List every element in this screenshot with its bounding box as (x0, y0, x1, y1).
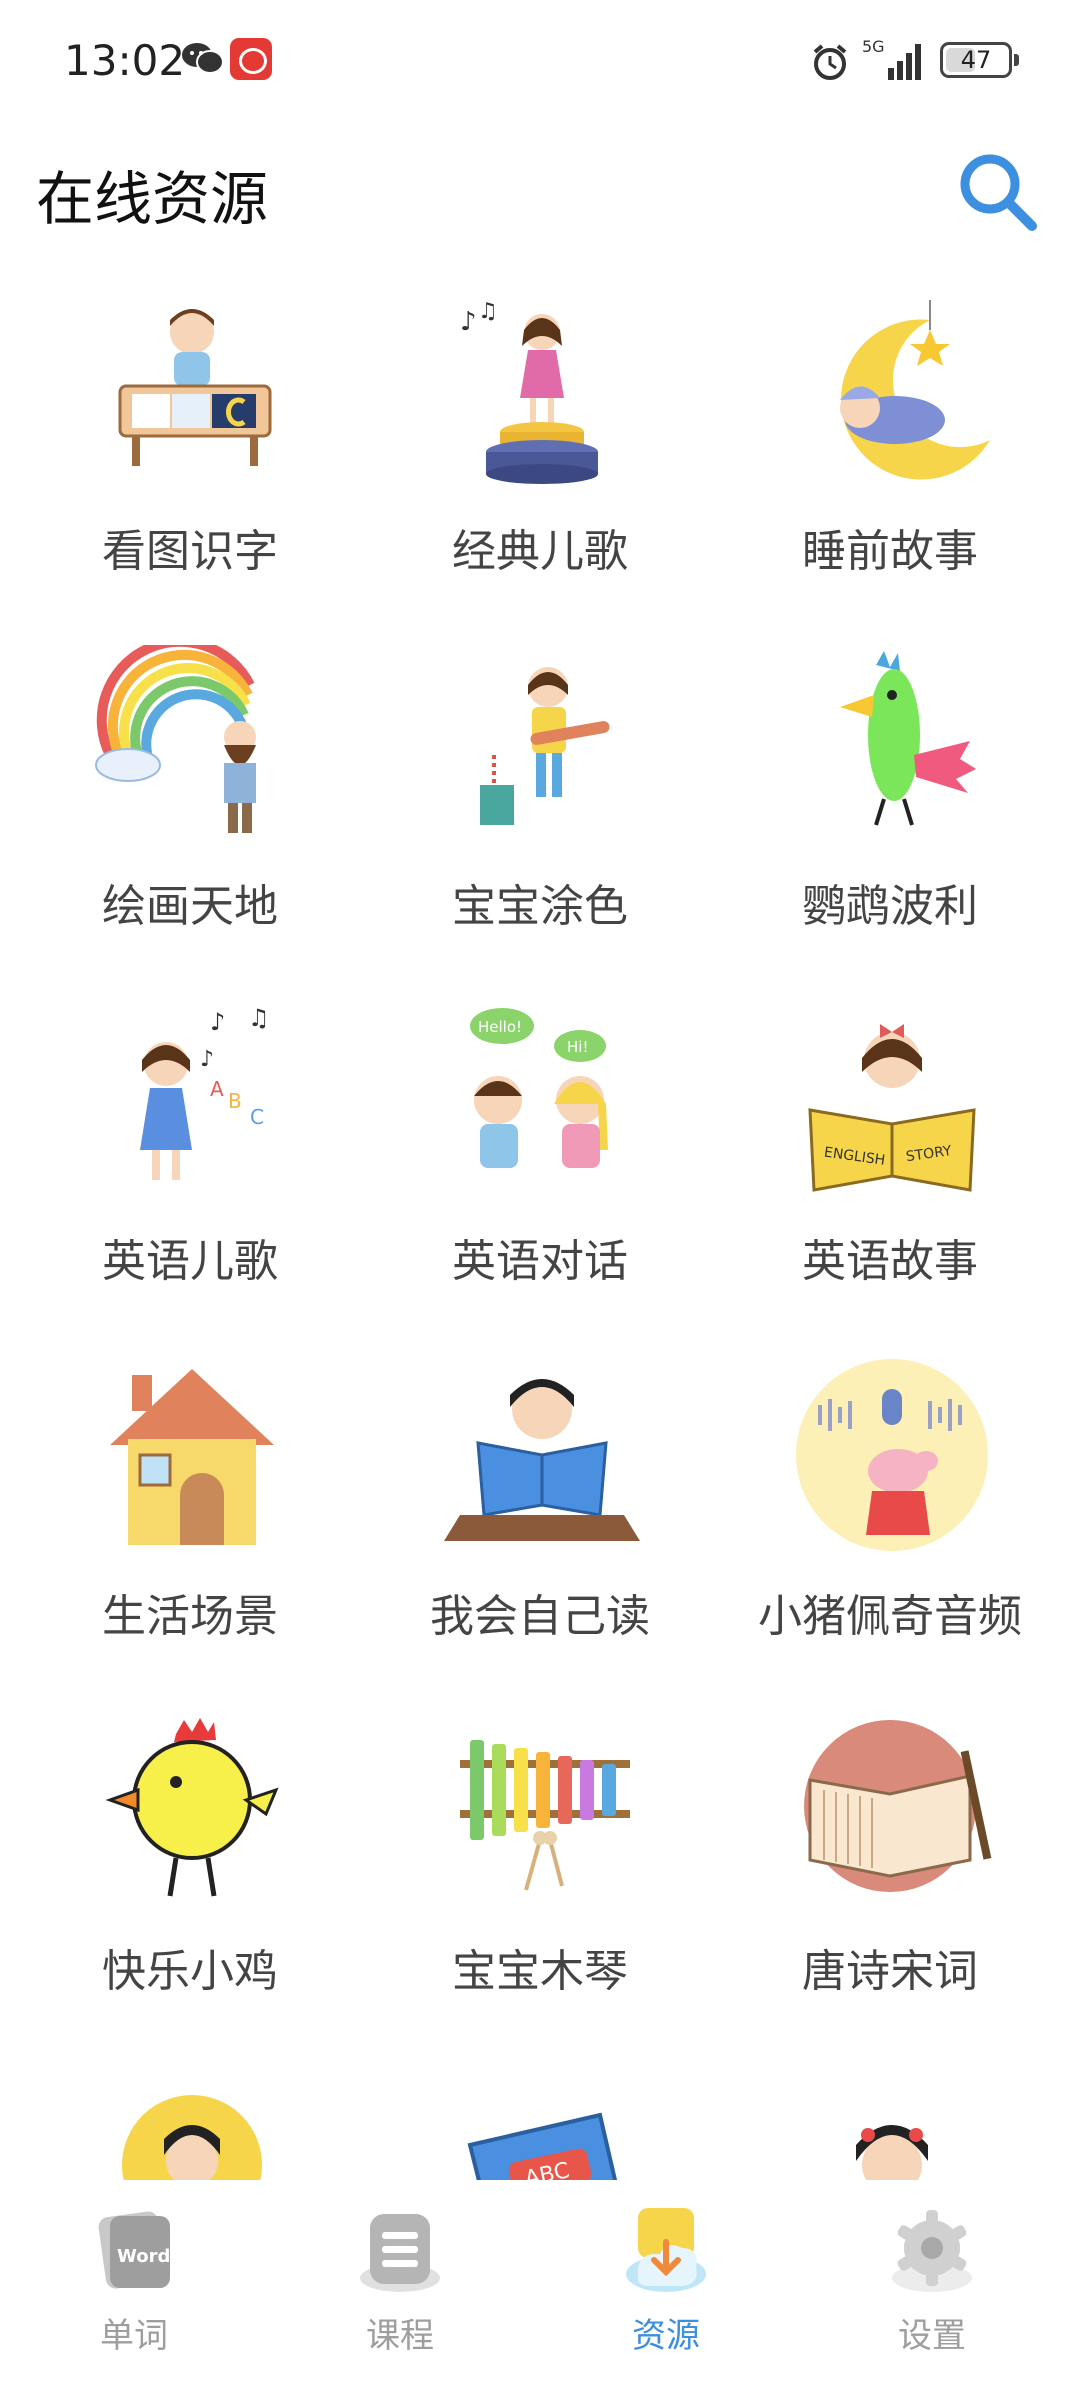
english-songs-icon: ♪ ♫ ♪ A B C (140, 1004, 270, 1180)
resource-tile-picture-literacy[interactable]: 看图识字 (40, 280, 340, 620)
english-story-icon: ENGLISH STORY (808, 1024, 976, 1192)
course-list-icon (360, 2214, 440, 2292)
tile-label: 生活场景 (102, 1591, 278, 1642)
picture-literacy-icon (118, 309, 272, 466)
page-title: 在线资源 (36, 165, 269, 233)
resource-tile-english-dialogue[interactable]: Hello! Hi! 英语对话 (390, 990, 690, 1330)
baby-coloring-icon (480, 667, 610, 825)
resource-tile-tang-poetry[interactable]: 唐诗宋词 (740, 1700, 1040, 2040)
status-bar: 13:02 5G 47 (0, 0, 1080, 120)
resource-tile-happy-chick[interactable]: 快乐小鸡 (40, 1700, 340, 2040)
nav-item-resources[interactable]: 资源 (566, 2180, 766, 2382)
search-icon[interactable] (952, 146, 1042, 236)
resource-tile-parrot-polly[interactable]: 鹦鹉波利 (740, 635, 1040, 975)
life-scene-icon (110, 1369, 274, 1545)
nav-label: 资源 (632, 2316, 700, 2356)
tile-label: 我会自己读 (430, 1591, 650, 1642)
resource-tile-ancient-scholar[interactable] (40, 2055, 340, 2180)
tile-label: 英语儿歌 (102, 1236, 278, 1287)
alarm-icon (813, 44, 847, 80)
status-time: 13:02 (64, 36, 186, 85)
svg-text:♫: ♫ (248, 1004, 270, 1032)
resource-grid: 看图识字 ♪ ♫ 经典儿歌 睡前故事 绘画天地 宝宝涂色 鹦鹉波利 ♪ ♫ ♪ … (0, 280, 1080, 2180)
nav-label: 设置 (898, 2316, 966, 2356)
nav-item-courses[interactable]: 课程 (300, 2180, 500, 2382)
tile-label: 英语对话 (452, 1236, 628, 1287)
svg-text:C: C (250, 1105, 264, 1129)
peppa-audio-icon (796, 1359, 988, 1551)
resource-tile-painting-world[interactable]: 绘画天地 (40, 635, 340, 975)
svg-text:♪: ♪ (200, 1047, 214, 1072)
hello-bubble-text: Hello! (478, 1018, 522, 1036)
app-notification-icon (230, 38, 272, 80)
resource-tile-english-songs[interactable]: ♪ ♫ ♪ A B C 英语儿歌 (40, 990, 340, 1330)
tile-label: 睡前故事 (802, 526, 978, 577)
battery-level: 47 (960, 46, 992, 74)
tile-label: 鹦鹉波利 (802, 881, 978, 932)
classic-songs-icon: ♪ ♫ (460, 299, 598, 484)
tile-label: 快乐小鸡 (102, 1946, 278, 1997)
tile-label: 经典儿歌 (452, 526, 628, 577)
parrot-polly-icon (840, 651, 976, 826)
self-reading-icon (444, 1379, 640, 1541)
hi-bubble-text: Hi! (567, 1038, 588, 1056)
resource-tile-baby-xylophone[interactable]: 宝宝木琴 (390, 1700, 690, 2040)
resource-tile-baby-coloring[interactable]: 宝宝涂色 (390, 635, 690, 975)
bedtime-story-icon (840, 300, 990, 480)
network-type: 5G (862, 37, 885, 56)
resource-tile-classic-songs[interactable]: ♪ ♫ 经典儿歌 (390, 280, 690, 620)
tile-label: 宝宝涂色 (452, 881, 628, 932)
tile-label: 英语故事 (802, 1236, 978, 1287)
bottom-nav: Word 单词 课程 资源 设置 (0, 2180, 1080, 2382)
svg-text:♪: ♪ (460, 307, 477, 337)
settings-gear-icon (892, 2210, 972, 2292)
resource-tile-bedtime-story[interactable]: 睡前故事 (740, 280, 1040, 620)
svg-text:♪: ♪ (210, 1008, 225, 1036)
nav-item-settings[interactable]: 设置 (832, 2180, 1032, 2382)
opera-girl-icon (856, 2125, 928, 2180)
page-header: 在线资源 (0, 140, 1080, 260)
resource-tile-abc-book[interactable]: ABC (390, 2055, 690, 2180)
baby-xylophone-icon (460, 1740, 630, 1891)
resource-download-icon (626, 2208, 706, 2292)
abc-book-icon: ABC (467, 2112, 618, 2180)
painting-world-icon (95, 645, 256, 833)
resource-tile-self-reading[interactable]: 我会自己读 (390, 1345, 690, 1685)
nav-label: 单词 (100, 2316, 168, 2356)
svg-text:♫: ♫ (478, 299, 498, 324)
tile-label: 绘画天地 (102, 881, 278, 932)
resource-tile-peppa-audio[interactable]: 小猪佩奇音频 (740, 1345, 1040, 1685)
happy-chick-icon (105, 1718, 279, 1897)
tile-label: 宝宝木琴 (452, 1946, 628, 1997)
ancient-scholar-icon (122, 2095, 262, 2180)
tile-label: 看图识字 (102, 526, 278, 577)
nav-label: 课程 (366, 2316, 434, 2356)
tang-poetry-icon (804, 1720, 992, 1892)
nav-item-words[interactable]: Word 单词 (34, 2180, 234, 2382)
signal-5g-icon: 5G (862, 37, 921, 80)
battery-icon: 47 (940, 42, 1019, 78)
english-dialogue-icon: Hello! Hi! (470, 1008, 608, 1168)
wechat-icon (182, 43, 224, 74)
tile-label: 小猪佩奇音频 (758, 1591, 1022, 1642)
resource-tile-english-story[interactable]: ENGLISH STORY 英语故事 (740, 990, 1040, 1330)
resource-tile-life-scene[interactable]: 生活场景 (40, 1345, 340, 1685)
svg-text:A: A (210, 1077, 224, 1101)
svg-text:B: B (228, 1089, 242, 1113)
tile-label: 唐诗宋词 (802, 1946, 978, 1997)
word-card-text: Word (117, 2246, 170, 2267)
word-card-icon: Word (98, 2211, 170, 2289)
resource-tile-opera-girl[interactable] (740, 2055, 1040, 2180)
